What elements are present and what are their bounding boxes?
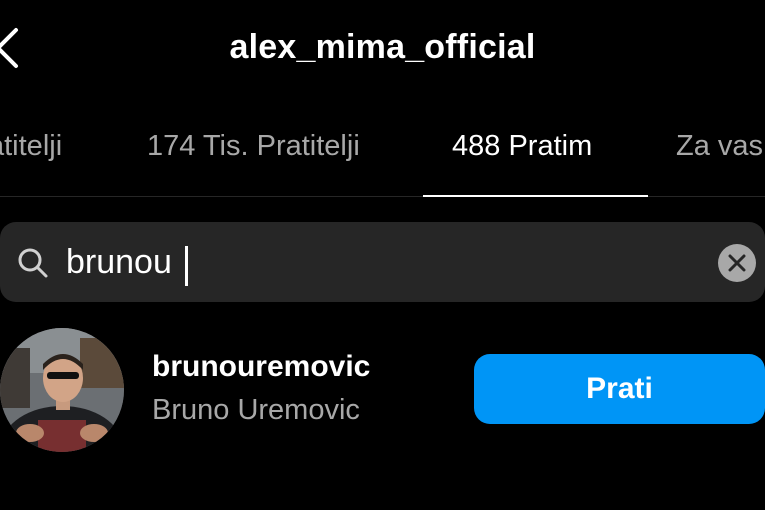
profile-photo (0, 328, 124, 452)
tab-for-you[interactable]: Za vas (676, 130, 763, 163)
screen: alex_mima_official atitelji 174 Tis. Pra… (0, 0, 765, 510)
result-full-name: Bruno Uremovic (152, 394, 360, 426)
tab-followers-partial[interactable]: atitelji (0, 130, 62, 163)
tab-following[interactable]: 488 Pratim (452, 130, 592, 163)
search-bar[interactable] (0, 222, 765, 302)
tab-bar: atitelji 174 Tis. Pratitelji 488 Pratim … (0, 100, 765, 197)
result-username: brunouremovic (152, 350, 371, 383)
active-tab-indicator (423, 195, 648, 197)
avatar[interactable] (0, 328, 124, 452)
search-input[interactable] (66, 238, 666, 286)
text-cursor (185, 246, 188, 286)
list-item[interactable]: brunouremovic Bruno Uremovic Prati (0, 318, 765, 458)
follow-button[interactable]: Prati (474, 354, 765, 424)
tab-followers[interactable]: 174 Tis. Pratitelji (147, 130, 360, 163)
search-icon (18, 248, 48, 278)
clear-icon (728, 254, 746, 272)
page-title: alex_mima_official (229, 28, 536, 66)
clear-search-button[interactable] (718, 244, 756, 282)
